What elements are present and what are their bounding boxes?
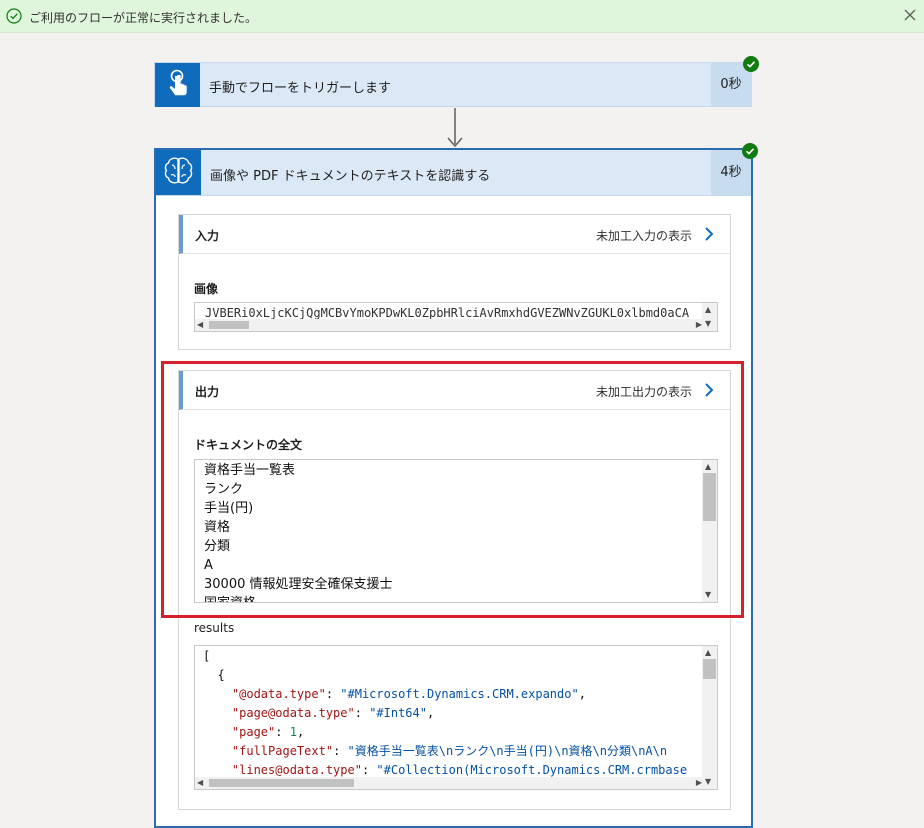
hand-touch-icon [169,69,187,96]
results-json-text: [ { "@odata.type": "#Microsoft.Dynamics.… [203,647,688,789]
trigger-step-title: 手動でフローをトリガーします [209,81,392,96]
trigger-icon-box [155,63,200,107]
image-vscrollbar[interactable]: ▲ ▼ [702,303,717,331]
document-line: 手当(円) [204,501,254,516]
outputs-section: 出力 未加工出力の表示 ドキュメントの全文 資格手当一覧表 ランク 手当(円) … [178,370,731,810]
scroll-down-arrow-icon[interactable]: ▼ [705,319,711,329]
inputs-header-label: 入力 [195,229,220,243]
document-line: ランク [204,482,244,497]
success-check-icon [743,56,759,72]
chevron-right-icon [705,383,714,397]
json-key: "lines@odata.type" [231,763,362,777]
image-field-label: 画像 [194,282,219,296]
document-line: A [204,558,213,573]
json-string-value: "資格手当一覧表\nランク\n手当(円)\n資格\n分類\nA\n [347,744,668,758]
chevron-right-icon [705,227,714,241]
success-circle-check-icon [6,8,22,24]
vscroll-thumb[interactable] [703,659,716,679]
json-key: "page@odata.type" [231,706,355,720]
results-json-box[interactable]: [ { "@odata.type": "#Microsoft.Dynamics.… [194,645,718,790]
json-key: "page" [231,725,276,739]
outputs-header-label: 出力 [195,385,220,399]
image-value-text: JVBERi0xLjcKCjQgMCBvYmoKPDwKL0ZpbHRlciAv… [205,306,690,320]
scroll-up-arrow-icon[interactable]: ▲ [705,462,711,472]
scroll-left-arrow-icon[interactable]: ◀ [197,320,203,330]
json-key: "@odata.type" [231,687,326,701]
trigger-step-card[interactable]: 手動でフローをトリガーします 0秒 [154,62,752,107]
json-key: "fullPageText" [231,744,334,758]
ocr-action-card: 画像や PDF ドキュメントのテキストを認識する 4秒 入力 未加工入力の表示 … [154,148,753,828]
document-text-lines: 資格手当一覧表 ランク 手当(円) 資格 分類 A 30000 情報処理安全確保… [204,461,393,602]
action-icon-box [156,150,201,195]
image-hscrollbar[interactable]: ◀ ▶ [195,319,704,331]
ocr-action-title: 画像や PDF ドキュメントのテキストを認識する [210,169,491,184]
success-banner: ご利用のフローが正常に実行されました。 [0,0,924,33]
document-line: 30000 情報処理安全確保支援士 [204,577,393,592]
document-line: 国家資格 [204,594,393,602]
close-icon[interactable] [903,8,917,22]
results-vscrollbar[interactable]: ▲ ▼ [702,646,717,789]
scroll-left-arrow-icon[interactable]: ◀ [197,778,203,788]
json-line: [ [203,649,211,663]
document-vscrollbar[interactable]: ▲ ▼ [702,460,717,602]
json-string-value: "#Microsoft.Dynamics.CRM.expando" [340,687,579,701]
document-line: 分類 [204,539,231,554]
connector-arrow-icon [447,108,463,148]
document-line: 資格 [204,520,231,535]
hscroll-thumb[interactable] [209,321,249,329]
ai-brain-icon [164,157,193,184]
inputs-section: 入力 未加工入力の表示 画像 JVBERi0xLjcKCjQgMCBvYmoKP… [178,214,731,350]
scroll-up-arrow-icon[interactable]: ▲ [705,305,711,315]
scroll-down-arrow-icon[interactable]: ▼ [705,590,711,600]
vscroll-thumb[interactable] [703,473,716,521]
document-line: 資格手当一覧表 [204,463,296,478]
results-hscrollbar[interactable]: ◀ ▶ [195,777,704,789]
document-text-box[interactable]: 資格手当一覧表 ランク 手当(円) 資格 分類 A 30000 情報処理安全確保… [194,459,718,603]
outputs-section-header: 出力 未加工出力の表示 [179,371,730,410]
image-value-textbox[interactable]: JVBERi0xLjcKCjQgMCBvYmoKPDwKL0ZpbHRlciAv… [194,302,718,332]
success-check-icon [742,143,758,159]
scroll-down-arrow-icon[interactable]: ▼ [705,777,711,787]
show-raw-inputs-label: 未加工入力の表示 [595,229,692,243]
banner-message: ご利用のフローが正常に実行されました。 [29,11,258,25]
json-number-value: 1 [289,725,297,739]
show-raw-outputs-link[interactable]: 未加工出力の表示 [596,381,714,401]
show-raw-outputs-label: 未加工出力の表示 [595,385,692,399]
results-field-label: results [194,621,235,635]
show-raw-inputs-link[interactable]: 未加工入力の表示 [596,225,714,245]
scroll-up-arrow-icon[interactable]: ▲ [705,648,711,658]
hscroll-thumb[interactable] [209,779,354,787]
json-string-value: "#Int64" [369,706,427,720]
document-text-label: ドキュメントの全文 [194,438,303,452]
json-string-value: "#Collection(Microsoft.Dynamics.CRM.crmb… [376,763,688,777]
json-line: { [203,668,225,682]
ocr-action-header[interactable]: 画像や PDF ドキュメントのテキストを認識する 4秒 [156,150,751,196]
inputs-section-header: 入力 未加工入力の表示 [179,215,730,254]
